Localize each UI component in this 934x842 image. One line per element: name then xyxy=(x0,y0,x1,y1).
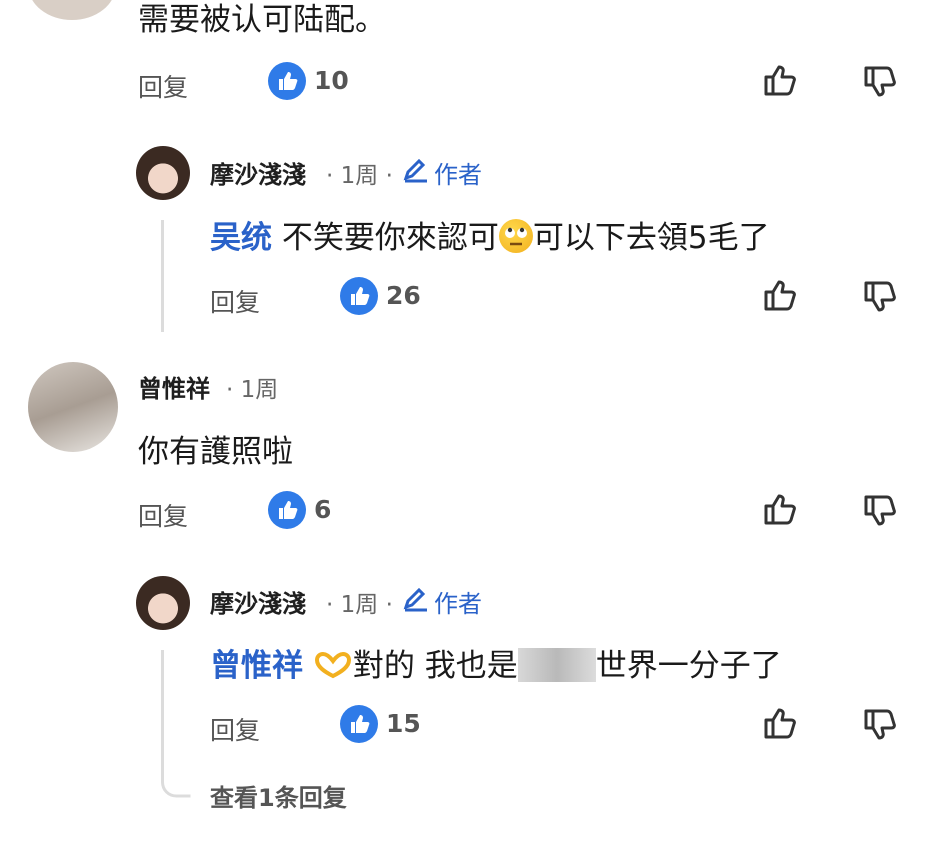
commenter-avatar[interactable] xyxy=(28,362,118,452)
reply-text: 曾惟祥 對的 我也是 世界一分子了 xyxy=(210,640,782,688)
comment-text: 需要被认可陆配。 xyxy=(138,2,386,38)
mention-link[interactable]: 吴统 xyxy=(210,220,272,256)
author-badge: 作者 xyxy=(434,161,482,189)
like-count: 26 xyxy=(386,281,421,310)
author-avatar[interactable] xyxy=(136,146,190,200)
reply-button[interactable]: 回复 xyxy=(138,497,188,533)
reply-text-part2: 世界一分子了 xyxy=(595,648,782,684)
thumbs-down-icon[interactable] xyxy=(860,705,900,745)
pencil-icon xyxy=(403,587,427,612)
thumbs-down-icon[interactable] xyxy=(860,277,900,317)
thumbs-down-icon[interactable] xyxy=(860,62,900,102)
mention-link[interactable]: 曾惟祥 xyxy=(210,648,303,684)
like-badge-icon xyxy=(340,277,378,315)
thread-line-curve xyxy=(161,770,191,798)
comment-author-name[interactable]: 曾惟祥 xyxy=(138,369,210,404)
reply-time: · 1周 · xyxy=(326,592,393,618)
view-replies-link[interactable]: 查看1条回复 xyxy=(210,778,347,813)
eye-roll-emoji xyxy=(498,219,533,253)
reply-button[interactable]: 回复 xyxy=(210,711,260,747)
thread-line xyxy=(161,650,164,780)
like-count: 10 xyxy=(314,66,349,95)
pencil-icon xyxy=(403,158,427,183)
like-badge-icon xyxy=(340,705,378,743)
reply-button[interactable]: 回复 xyxy=(210,283,260,319)
thumbs-up-icon[interactable] xyxy=(760,275,800,315)
reply-text: 吴统 不笑要你來認可 可以下去領5毛了 xyxy=(210,212,770,257)
comment-time: · 1周 xyxy=(226,377,279,403)
comment-text: 你有護照啦 xyxy=(138,434,293,470)
reply-author-name[interactable]: 摩沙淺淺 xyxy=(210,155,306,190)
like-count: 15 xyxy=(386,709,421,738)
thumbs-up-icon[interactable] xyxy=(760,60,800,100)
reply-author-name[interactable]: 摩沙淺淺 xyxy=(210,584,306,619)
heart-hands-emoji xyxy=(313,650,353,688)
like-badge-icon xyxy=(268,62,306,100)
author-avatar[interactable] xyxy=(136,576,190,630)
thumbs-up-icon[interactable] xyxy=(760,703,800,743)
reply-time: · 1周 · xyxy=(326,163,393,189)
censored-text xyxy=(517,648,596,682)
like-count: 6 xyxy=(314,495,332,524)
reply-button[interactable]: 回复 xyxy=(138,68,188,104)
thumbs-down-icon[interactable] xyxy=(860,491,900,531)
commenter-avatar[interactable] xyxy=(28,0,116,20)
like-badge-icon xyxy=(268,491,306,529)
thread-line xyxy=(161,220,164,332)
reply-text-part1: 不笑要你來認可 xyxy=(272,220,499,256)
author-badge: 作者 xyxy=(434,590,482,618)
thumbs-up-icon[interactable] xyxy=(760,489,800,529)
reply-text-part1: 對的 我也是 xyxy=(352,648,518,684)
reply-text-part2: 可以下去領5毛了 xyxy=(532,220,770,256)
